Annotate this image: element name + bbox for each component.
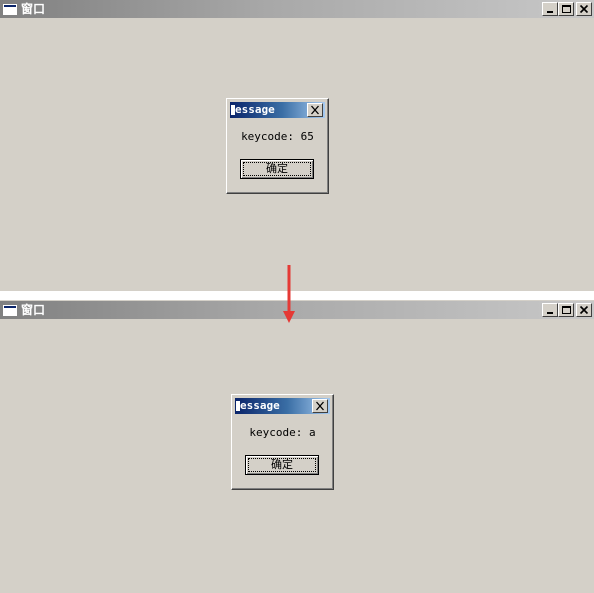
top-dialog-titlebar[interactable]: essage: [230, 102, 325, 118]
top-close-button[interactable]: [576, 2, 592, 16]
close-icon: [579, 4, 589, 14]
top-window: 窗口 essage keycode: 65 确定: [0, 0, 594, 291]
top-dialog-title: essage: [235, 103, 275, 116]
top-window-title: 窗口: [21, 2, 46, 16]
down-arrow-icon: [283, 265, 295, 323]
bottom-minimize-button[interactable]: [542, 303, 558, 317]
bottom-dialog-ok-label: 确定: [248, 458, 316, 472]
top-dialog-close-button[interactable]: [307, 103, 323, 117]
minimize-icon: [547, 11, 553, 13]
close-icon: [316, 401, 324, 411]
close-icon: [311, 105, 319, 115]
bottom-close-button[interactable]: [576, 303, 592, 317]
bottom-window-title: 窗口: [21, 303, 46, 317]
top-minimize-button[interactable]: [542, 2, 558, 16]
top-window-titlebar[interactable]: 窗口: [0, 0, 594, 18]
window-app-icon: [3, 304, 17, 316]
bottom-dialog-titlebar[interactable]: essage: [235, 398, 330, 414]
top-dialog-ok-label: 确定: [243, 162, 311, 176]
maximize-icon: [562, 306, 571, 314]
close-icon: [579, 305, 589, 315]
comparison-stage: 窗口 essage keycode: 65 确定 窗口 essage keyco…: [0, 0, 594, 593]
top-message-dialog: essage keycode: 65 确定: [226, 98, 329, 194]
bottom-message-dialog: essage keycode: a 确定: [231, 394, 334, 490]
bottom-maximize-button[interactable]: [558, 303, 574, 317]
top-dialog-ok-button[interactable]: 确定: [240, 159, 314, 179]
window-app-icon: [3, 3, 17, 15]
bottom-dialog-message: keycode: a: [249, 426, 316, 439]
top-dialog-message: keycode: 65: [241, 130, 314, 143]
bottom-dialog-close-button[interactable]: [312, 399, 328, 413]
top-window-controls: [542, 2, 592, 16]
top-maximize-button[interactable]: [558, 2, 574, 16]
minimize-icon: [547, 312, 553, 314]
bottom-window-controls: [542, 303, 592, 317]
bottom-window: 窗口 essage keycode: a 确定: [0, 300, 594, 593]
bottom-dialog-title: essage: [240, 399, 280, 412]
maximize-icon: [562, 5, 571, 13]
bottom-dialog-ok-button[interactable]: 确定: [245, 455, 319, 475]
